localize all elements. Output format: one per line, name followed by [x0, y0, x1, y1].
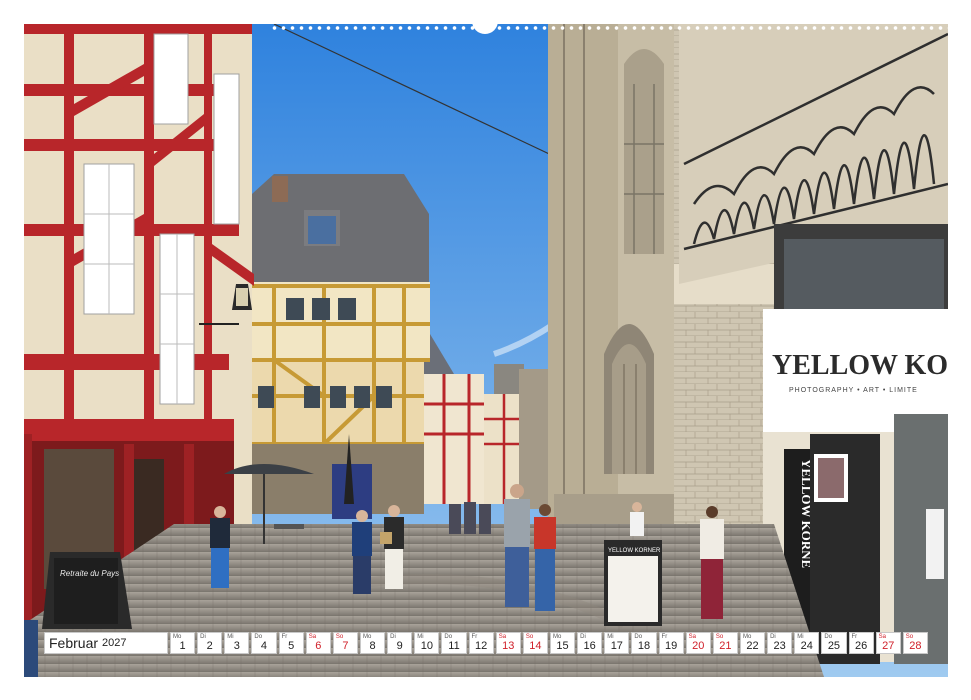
- day-number: 13: [502, 640, 515, 652]
- board-text: Retraite du Pays: [60, 569, 119, 578]
- day-number: 26: [854, 640, 868, 652]
- year-label: 2027: [102, 637, 127, 649]
- day-cell: Do 11: [441, 632, 467, 654]
- day-cell: So 7: [332, 632, 358, 654]
- day-number: 22: [746, 640, 759, 652]
- day-number: 11: [448, 640, 460, 652]
- menu-board: Retraite du Pays: [42, 552, 132, 629]
- day-number: 5: [288, 640, 295, 652]
- day-number: 24: [800, 640, 813, 652]
- day-number: 12: [474, 640, 488, 652]
- day-number: 1: [179, 640, 186, 652]
- day-cell: So 14: [522, 632, 548, 654]
- calendar-strip: Februar 2027 Mo 1 Di 2 Mi 3 Do 4 Fr 5 Sa 6 So 7 Mo 8 Di 9…: [44, 632, 928, 654]
- day-cell: Mo 22: [739, 632, 766, 654]
- day-number: 4: [260, 640, 268, 652]
- day-number: 25: [827, 640, 841, 652]
- day-cell: Di 2: [197, 632, 223, 654]
- day-number: 3: [233, 640, 240, 652]
- calendar-photo: YELLOW KORI PHOTOGRAPHY • ART • LIMITE Y…: [24, 24, 948, 677]
- day-number: 9: [396, 640, 403, 652]
- day-cell: Mo 8: [359, 632, 386, 654]
- day-number: 2: [206, 640, 213, 652]
- day-cells: Mo 1 Di 2 Mi 3 Do 4 Fr 5 Sa 6 So 7 Mo 8 Di 9 Mi 10 Do 11 Fr 12 S…: [170, 632, 928, 654]
- month-label-box: Februar 2027: [44, 632, 168, 654]
- day-cell: Sa 13: [495, 632, 521, 654]
- day-number: 7: [342, 640, 349, 652]
- day-number: 27: [882, 640, 895, 652]
- day-number: 14: [529, 640, 542, 652]
- day-cell: Fr 19: [658, 632, 684, 654]
- day-number: 21: [719, 640, 732, 652]
- day-number: 6: [315, 640, 322, 652]
- day-cell: Mo 1: [170, 632, 196, 654]
- day-cell: Do 4: [251, 632, 277, 654]
- day-cell: Fr 12: [468, 632, 494, 654]
- shop-sign-sub: PHOTOGRAPHY • ART • LIMITE: [789, 387, 918, 394]
- day-cell: So 21: [712, 632, 738, 654]
- day-cell: Mi 10: [414, 632, 440, 654]
- day-number: 28: [909, 640, 922, 652]
- month-name: Februar: [49, 635, 99, 651]
- day-cell: Di 9: [387, 632, 413, 654]
- day-number: 19: [664, 640, 678, 652]
- shop-sign: YELLOW KORI: [772, 350, 948, 381]
- street-scene-illustration: YELLOW KORI PHOTOGRAPHY • ART • LIMITE Y…: [24, 24, 948, 677]
- day-number: 17: [610, 640, 623, 652]
- day-number: 15: [556, 640, 569, 652]
- stand-sign-text: YELLOW KORNER: [608, 548, 661, 554]
- day-cell: Di 16: [577, 632, 603, 654]
- stand-sign: YELLOW KORNER: [604, 540, 662, 626]
- day-number: 16: [583, 640, 596, 652]
- day-cell: Mi 24: [794, 632, 820, 654]
- day-cell: Fr 26: [848, 632, 874, 654]
- day-cell: Do 18: [631, 632, 657, 654]
- day-cell: Di 23: [767, 632, 793, 654]
- day-cell: So 28: [902, 632, 928, 654]
- day-cell: Mi 3: [224, 632, 250, 654]
- day-cell: Sa 6: [305, 632, 331, 654]
- day-cell: Mi 17: [604, 632, 630, 654]
- day-cell: Do 25: [821, 632, 847, 654]
- binding-wire-dots: [270, 24, 950, 32]
- day-number: 23: [773, 640, 786, 652]
- day-number: 8: [369, 640, 376, 652]
- day-cell: Sa 20: [685, 632, 711, 654]
- day-number: 20: [692, 640, 705, 652]
- day-cell: Fr 5: [278, 632, 304, 654]
- day-number: 18: [637, 640, 651, 652]
- day-cell: Sa 27: [875, 632, 901, 654]
- day-number: 10: [420, 640, 433, 652]
- day-cell: Mo 15: [549, 632, 576, 654]
